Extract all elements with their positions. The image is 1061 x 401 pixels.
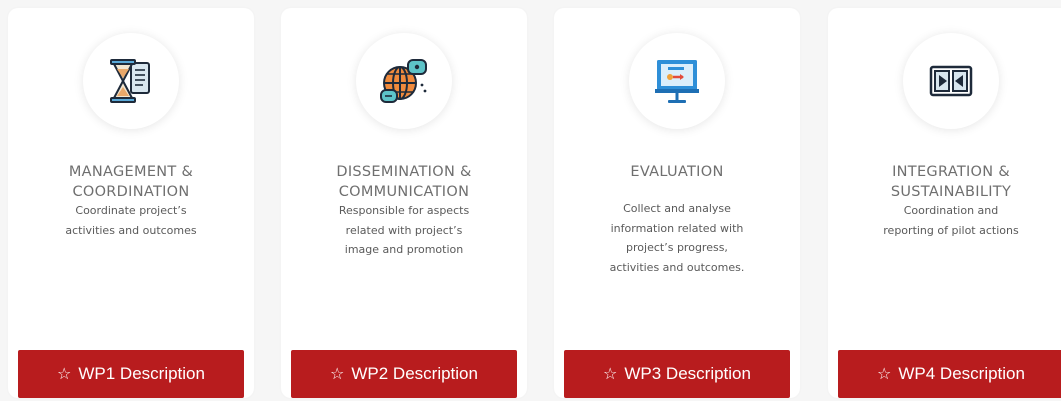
- card-description-line: Collect and analyse: [623, 202, 731, 215]
- hourglass-document-icon: [83, 33, 179, 129]
- card-management: MANAGEMENT & COORDINATION Coordinate pro…: [8, 8, 254, 398]
- button-label: WP2 Description: [351, 364, 478, 383]
- card-title-line: COORDINATION: [72, 184, 190, 200]
- button-label: WP4 Description: [898, 364, 1025, 383]
- card-description: Coordinate project’s activities and outc…: [32, 201, 230, 240]
- card-title-line: COMMUNICATION: [338, 184, 470, 200]
- card-integration: INTEGRATION & SUSTAINABILITY Coordinatio…: [828, 8, 1061, 398]
- card-title: INTEGRATION & SUSTAINABILITY: [838, 162, 1061, 202]
- card-description-line: project’s progress,: [626, 241, 728, 254]
- wp3-description-button[interactable]: ☆ WP3 Description: [564, 350, 790, 398]
- card-title-line: DISSEMINATION &: [336, 164, 472, 180]
- card-description: Coordination and reporting of pilot acti…: [852, 201, 1050, 240]
- card-dissemination: DISSEMINATION & COMMUNICATION Responsibl…: [281, 8, 527, 398]
- button-label: WP1 Description: [78, 364, 205, 383]
- card-title: DISSEMINATION & COMMUNICATION: [291, 162, 517, 202]
- button-label: WP3 Description: [624, 364, 751, 383]
- card-title-line: MANAGEMENT &: [68, 164, 194, 180]
- star-outline-icon: ☆: [330, 364, 345, 383]
- globe-chat-icon: [356, 33, 452, 129]
- arrows-merge-icon: [903, 33, 999, 129]
- card-description-line: Responsible for aspects: [338, 204, 470, 217]
- card-description-line: activities and outcomes.: [609, 260, 745, 274]
- card-description-line: related with project’s: [345, 223, 463, 237]
- wp2-description-button[interactable]: ☆ WP2 Description: [291, 350, 517, 398]
- card-title-line: SUSTAINABILITY: [890, 184, 1012, 200]
- card-description-line: image and promotion: [344, 243, 464, 256]
- card-description-line: reporting of pilot actions: [883, 223, 1019, 237]
- presentation-board-icon: [629, 33, 725, 129]
- card-evaluation: EVALUATION Collect and analyse informati…: [554, 8, 800, 398]
- card-title: MANAGEMENT & COORDINATION: [18, 162, 244, 202]
- card-description-line: Coordination and: [903, 204, 999, 217]
- card-description-line: information related with: [610, 221, 744, 235]
- star-outline-icon: ☆: [57, 364, 72, 383]
- card-title: EVALUATION: [564, 162, 790, 182]
- card-title-line: INTEGRATION &: [892, 164, 1010, 180]
- wp1-description-button[interactable]: ☆ WP1 Description: [18, 350, 244, 398]
- card-description: Responsible for aspects related with pro…: [305, 201, 503, 260]
- card-title-line: EVALUATION: [630, 164, 724, 180]
- card-description-line: activities and outcomes: [65, 223, 197, 237]
- wp4-description-button[interactable]: ☆ WP4 Description: [838, 350, 1061, 398]
- card-description: Collect and analyse information related …: [578, 199, 776, 277]
- star-outline-icon: ☆: [877, 364, 892, 383]
- card-description-line: Coordinate project’s: [75, 204, 187, 217]
- star-outline-icon: ☆: [603, 364, 618, 383]
